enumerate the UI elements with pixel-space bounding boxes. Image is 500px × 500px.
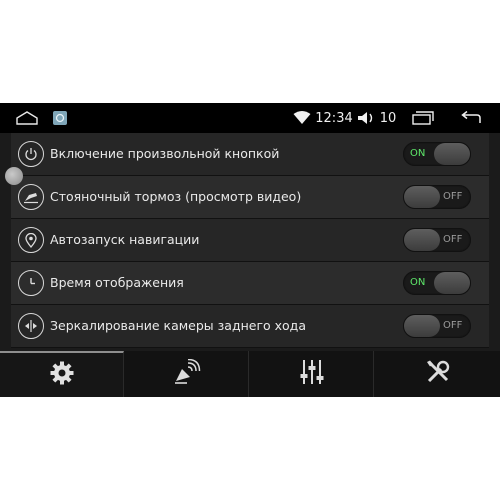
toggle-state: ON (410, 148, 426, 159)
wifi-icon (292, 103, 312, 133)
android-screen: 12:34 10 Включение произвольной кнопкой … (0, 103, 500, 397)
setting-row-parking-brake[interactable]: Стояночный тормоз (просмотр видео) OFF (11, 176, 489, 219)
settings-list: Включение произвольной кнопкой ON Стояно… (0, 133, 500, 351)
home-outline-icon[interactable] (14, 103, 40, 133)
tab-equalizer[interactable] (250, 351, 374, 397)
toggle-state: ON (410, 277, 426, 288)
setting-row-random-button[interactable]: Включение произвольной кнопкой ON (11, 133, 489, 176)
toggle-switch[interactable]: OFF (403, 314, 471, 338)
app-thumbnail-icon[interactable] (50, 103, 70, 133)
setting-label: Стояночный тормоз (просмотр видео) (50, 189, 302, 204)
toggle-state: OFF (443, 234, 463, 245)
toggle-state: OFF (443, 191, 463, 202)
back-icon[interactable] (458, 103, 484, 133)
volume-icon[interactable] (356, 103, 376, 133)
satellite-icon (173, 358, 201, 389)
setting-label: Зеркалирование камеры заднего хода (50, 318, 306, 333)
toggle-knob (404, 315, 440, 337)
toggle-switch[interactable]: OFF (403, 228, 471, 252)
toggle-knob (434, 272, 470, 294)
equalizer-icon (300, 359, 324, 389)
status-bar: 12:34 10 (0, 103, 500, 133)
clock-icon (18, 270, 44, 296)
location-pin-icon (18, 227, 44, 253)
tab-tools[interactable] (375, 351, 500, 397)
tab-general-settings[interactable] (0, 351, 124, 397)
setting-row-display-time[interactable]: Время отображения ON (11, 262, 489, 305)
parking-brake-icon (18, 184, 44, 210)
setting-row-navigation-autostart[interactable]: Автозапуск навигации OFF (11, 219, 489, 262)
tools-icon (425, 359, 451, 389)
setting-label: Автозапуск навигации (50, 232, 200, 247)
touch-indicator (5, 167, 23, 185)
setting-row-camera-mirror[interactable]: Зеркалирование камеры заднего хода OFF (11, 305, 489, 348)
gear-icon (49, 360, 75, 390)
toggle-knob (404, 229, 440, 251)
volume-level: 10 (379, 110, 397, 126)
bottom-tab-bar (0, 351, 500, 397)
setting-label: Время отображения (50, 275, 184, 290)
clock-time: 12:34 (315, 110, 353, 126)
toggle-state: OFF (443, 320, 463, 331)
toggle-switch[interactable]: ON (403, 271, 471, 295)
recent-apps-icon[interactable] (410, 103, 436, 133)
mirror-icon (18, 313, 44, 339)
toggle-knob (404, 186, 440, 208)
tab-satellite[interactable] (125, 351, 249, 397)
power-icon (18, 141, 44, 167)
toggle-switch[interactable]: OFF (403, 185, 471, 209)
setting-label: Включение произвольной кнопкой (50, 146, 280, 161)
toggle-knob (434, 143, 470, 165)
toggle-switch[interactable]: ON (403, 142, 471, 166)
